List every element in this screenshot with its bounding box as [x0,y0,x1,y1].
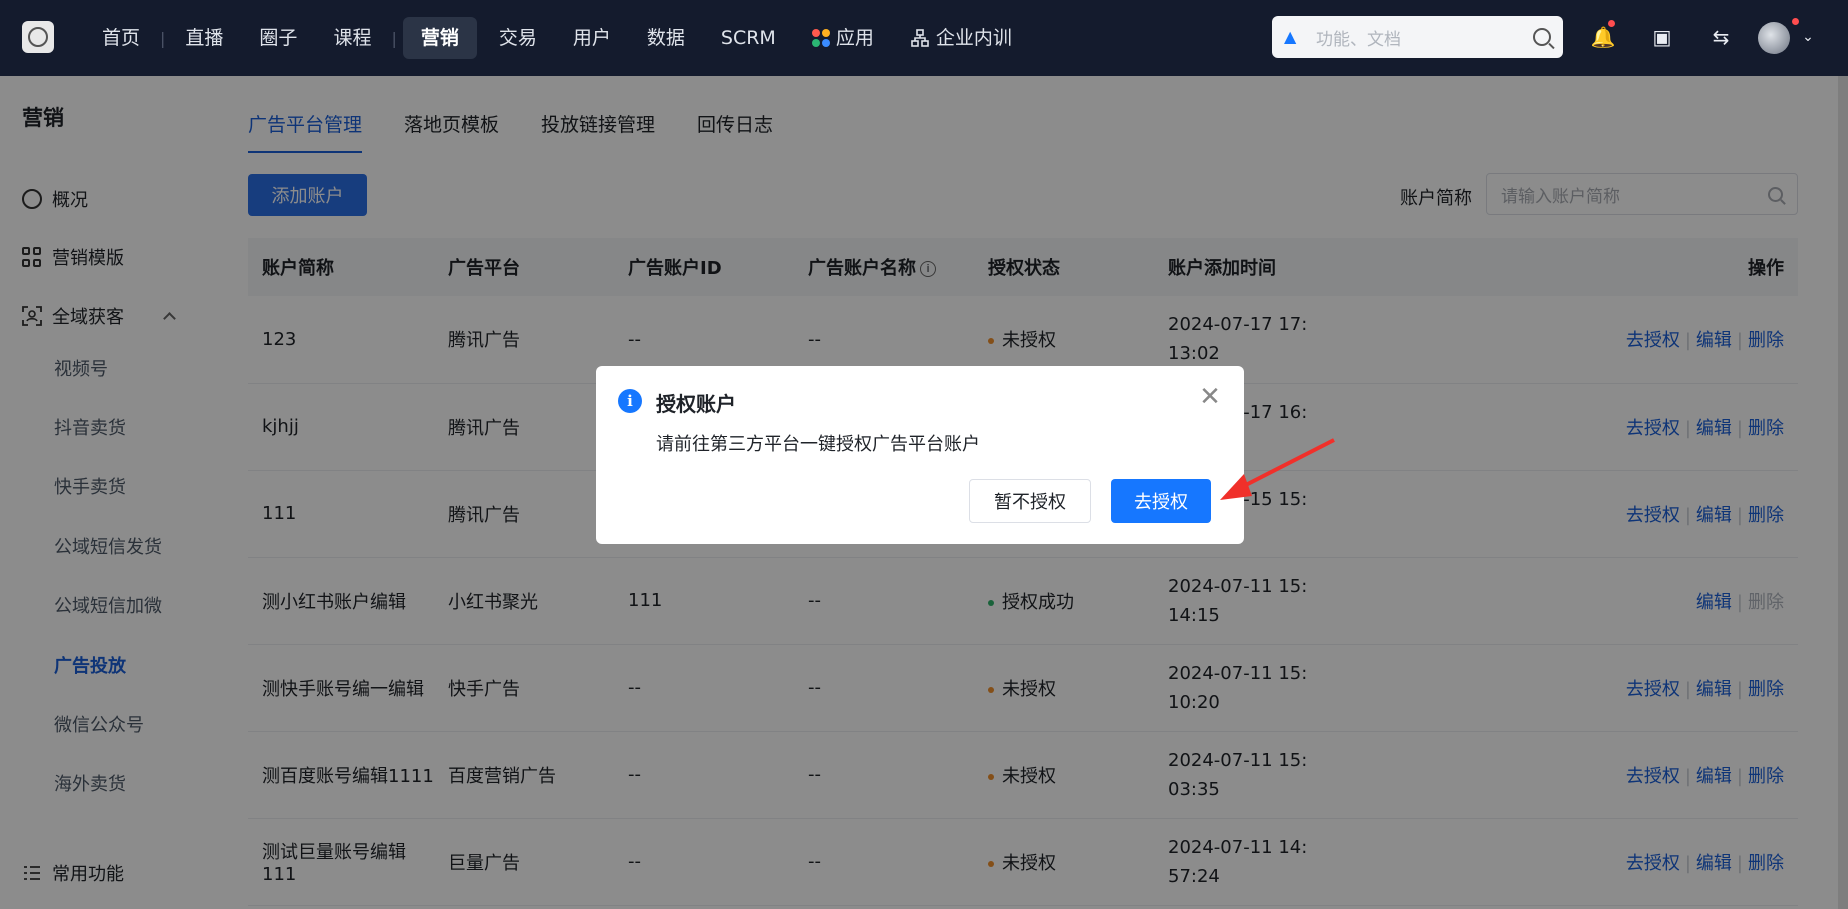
nav-divider: | [391,28,397,48]
cancel-button[interactable]: 暂不授权 [969,479,1091,523]
nav-trade[interactable]: 交易 [481,17,555,59]
logo-mark [28,27,48,47]
chevron-down-icon[interactable]: ⌄ [1795,24,1821,50]
notification-dot [1608,20,1615,27]
main-nav: 首页 | 直播 圈子 课程 | 营销 交易 用户 数据 SCRM 应用 企业内训 [84,0,1030,76]
close-icon[interactable]: ✕ [1198,384,1222,410]
nav-course[interactable]: 课程 [315,17,389,59]
nav-divider: | [160,28,166,48]
nav-users[interactable]: 用户 [555,17,629,59]
nav-training[interactable]: 企业内训 [892,17,1030,59]
store-icon[interactable]: ▣ [1649,24,1675,50]
nav-circle[interactable]: 圈子 [241,17,315,59]
nav-scrm[interactable]: SCRM [703,17,794,59]
nav-apps-label: 应用 [835,27,874,49]
global-search[interactable]: ▲ 功能、文档 [1272,16,1563,58]
search-brand-icon: ▲ [1284,27,1297,46]
bell-icon[interactable]: 🔔 [1590,24,1616,50]
nav-marketing[interactable]: 营销 [402,17,477,59]
nav-training-label: 企业内训 [935,27,1012,49]
dialog-title: 授权账户 [656,392,736,416]
nav-data[interactable]: 数据 [629,17,703,59]
switch-icon[interactable]: ⇆ [1708,24,1734,50]
authorize-button[interactable]: 去授权 [1111,479,1211,523]
nav-home[interactable]: 首页 [84,17,158,59]
dialog-message: 请前往第三方平台一键授权广告平台账户 [656,434,980,455]
nav-live[interactable]: 直播 [167,17,241,59]
authorize-dialog: i 授权账户 ✕ 请前往第三方平台一键授权广告平台账户 暂不授权 去授权 [596,366,1244,544]
search-icon[interactable] [1533,28,1551,46]
apps-icon [811,29,830,47]
top-navbar: 首页 | 直播 圈子 课程 | 营销 交易 用户 数据 SCRM 应用 企业内训… [0,0,1848,76]
org-chart-icon [911,29,929,47]
info-icon: i [618,389,642,413]
avatar[interactable] [1758,22,1790,54]
nav-apps[interactable]: 应用 [794,17,892,59]
app-logo[interactable] [22,21,54,53]
global-search-placeholder: 功能、文档 [1316,29,1401,50]
